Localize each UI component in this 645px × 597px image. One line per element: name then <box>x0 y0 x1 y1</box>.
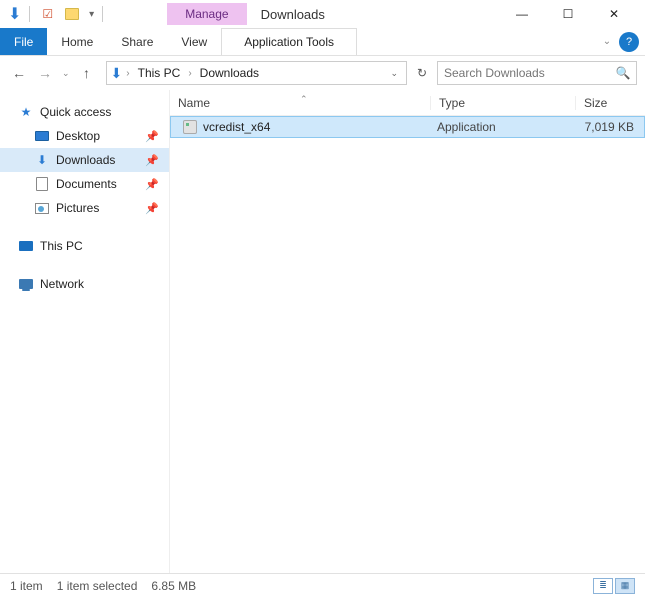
separator <box>29 6 30 22</box>
refresh-button[interactable]: ↻ <box>411 66 433 80</box>
breadcrumb-root[interactable]: This PC <box>134 64 185 82</box>
qat-newfolder[interactable] <box>61 8 83 20</box>
computer-icon <box>18 241 34 251</box>
qat-properties[interactable]: ☑ <box>38 7 57 21</box>
column-name[interactable]: Name ⌃ <box>170 96 430 110</box>
nav-back[interactable]: ← <box>8 62 30 84</box>
folder-icon <box>65 8 79 20</box>
status-bar: 1 item 1 item selected 6.85 MB ≣ ▦ <box>0 573 645 597</box>
file-list-pane: Name ⌃ Type Size vcredist_x64 Applicatio… <box>170 90 645 573</box>
quick-access-toolbar: ⬇ ☑ ▾ <box>8 4 107 24</box>
download-arrow-icon[interactable]: ⬇ <box>8 4 21 24</box>
window-title: Downloads <box>247 3 339 26</box>
address-history[interactable]: ⌄ <box>386 68 402 79</box>
sidebar-item-desktop[interactable]: Desktop 📌 <box>0 124 169 148</box>
sidebar-thispc[interactable]: This PC <box>0 234 169 258</box>
desktop-icon <box>34 131 50 141</box>
tab-share[interactable]: Share <box>107 28 167 55</box>
window-controls: ― ☐ ✕ <box>499 0 637 28</box>
search-box[interactable]: 🔍 <box>437 61 637 85</box>
search-input[interactable] <box>438 62 610 84</box>
view-large-button[interactable]: ▦ <box>615 578 635 594</box>
sidebar-quickaccess[interactable]: ★ Quick access <box>0 100 169 124</box>
column-label: Name <box>178 96 210 110</box>
chevron-right-icon: › <box>186 68 193 79</box>
nav-bar: ← → ⌄ ↑ ⬇ › This PC › Downloads ⌄ ↻ 🔍 <box>0 56 645 90</box>
view-details-button[interactable]: ≣ <box>593 578 613 594</box>
application-icon <box>183 120 197 134</box>
nav-forward[interactable]: → <box>34 62 56 84</box>
downloads-icon: ⬇ <box>111 65 123 82</box>
document-icon <box>34 177 50 191</box>
nav-recent[interactable]: ⌄ <box>60 68 72 79</box>
pin-icon: 📌 <box>145 130 159 143</box>
tab-home[interactable]: Home <box>47 28 107 55</box>
pin-icon: 📌 <box>145 178 159 191</box>
sidebar-item-pictures[interactable]: Pictures 📌 <box>0 196 169 220</box>
star-icon: ★ <box>18 105 34 119</box>
breadcrumb-current[interactable]: Downloads <box>196 64 263 82</box>
help-button[interactable]: ? <box>619 32 639 52</box>
ribbon-context-label: Manage <box>167 3 246 25</box>
close-button[interactable]: ✕ <box>591 0 637 28</box>
pictures-icon <box>34 203 50 214</box>
maximize-button[interactable]: ☐ <box>545 0 591 28</box>
sort-indicator-icon: ⌃ <box>300 94 308 105</box>
tab-application-tools[interactable]: Application Tools <box>221 28 357 55</box>
address-bar[interactable]: ⬇ › This PC › Downloads ⌄ <box>106 61 407 85</box>
sidebar-item-label: This PC <box>40 239 83 253</box>
pin-icon: 📌 <box>145 154 159 167</box>
pin-icon: 📌 <box>145 202 159 215</box>
sidebar-item-label: Desktop <box>56 129 100 143</box>
ribbon-expand[interactable]: ⌄ <box>597 28 617 55</box>
nav-up[interactable]: ↑ <box>76 62 98 84</box>
status-selection: 1 item selected <box>57 579 138 593</box>
tab-view[interactable]: View <box>167 28 221 55</box>
sidebar-item-downloads[interactable]: ⬇ Downloads 📌 <box>0 148 169 172</box>
sidebar-item-label: Network <box>40 277 84 291</box>
check-icon: ☑ <box>42 7 53 21</box>
status-size: 6.85 MB <box>151 579 196 593</box>
minimize-button[interactable]: ― <box>499 0 545 28</box>
file-type: Application <box>429 120 574 134</box>
column-type[interactable]: Type <box>430 96 575 110</box>
column-size[interactable]: Size <box>575 96 645 110</box>
sidebar-item-label: Documents <box>56 177 117 191</box>
status-count: 1 item <box>10 579 43 593</box>
qat-dropdown[interactable]: ▾ <box>89 9 94 20</box>
navigation-pane: ★ Quick access Desktop 📌 ⬇ Downloads 📌 D… <box>0 90 170 573</box>
file-name: vcredist_x64 <box>203 120 270 134</box>
download-icon: ⬇ <box>34 153 50 167</box>
search-icon[interactable]: 🔍 <box>610 66 636 80</box>
column-headers: Name ⌃ Type Size <box>170 90 645 116</box>
separator <box>102 6 103 22</box>
title-bar: ⬇ ☑ ▾ Manage Downloads ― ☐ ✕ <box>0 0 645 28</box>
network-icon <box>18 279 34 289</box>
sidebar-network[interactable]: Network <box>0 272 169 296</box>
ribbon-tabs: File Home Share View Application Tools ⌄… <box>0 28 645 56</box>
sidebar-item-label: Pictures <box>56 201 99 215</box>
tab-file[interactable]: File <box>0 28 47 55</box>
chevron-right-icon: › <box>124 68 131 79</box>
sidebar-item-label: Quick access <box>40 105 111 119</box>
sidebar-item-label: Downloads <box>56 153 115 167</box>
file-size: 7,019 KB <box>574 120 644 134</box>
sidebar-item-documents[interactable]: Documents 📌 <box>0 172 169 196</box>
file-row[interactable]: vcredist_x64 Application 7,019 KB <box>170 116 645 138</box>
